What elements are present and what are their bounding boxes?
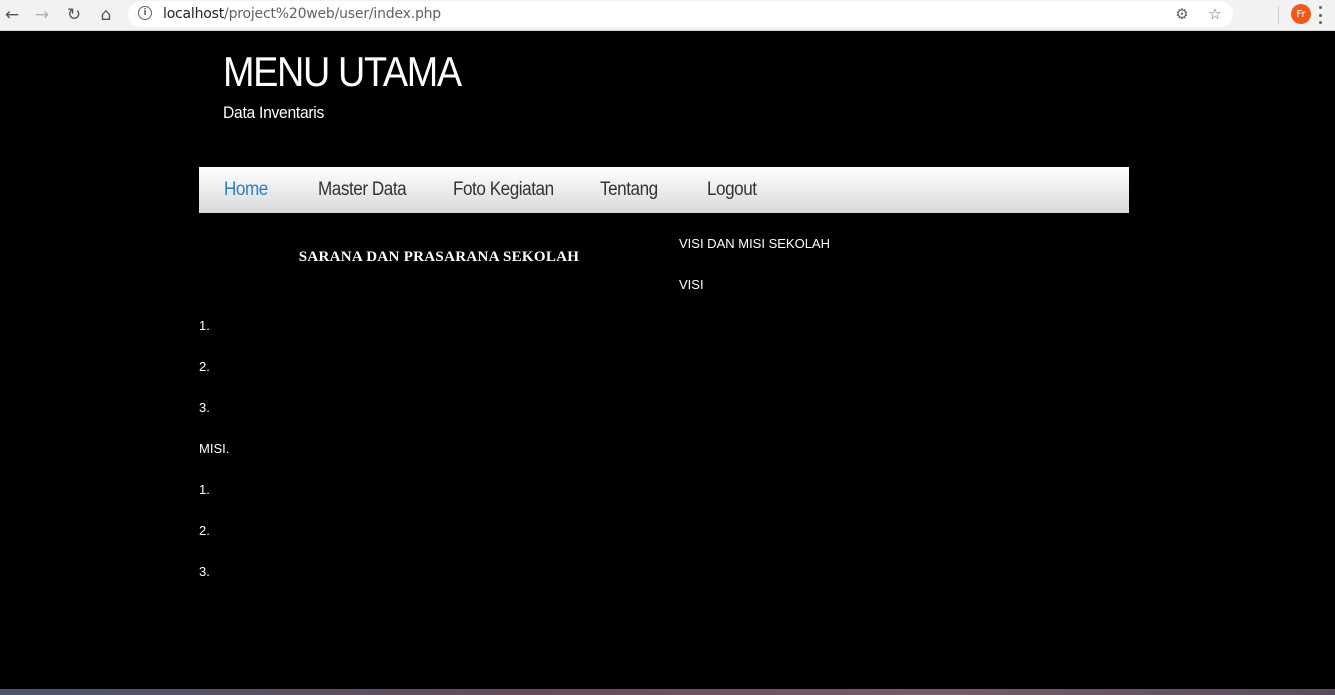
visi-item: 3.	[199, 400, 210, 415]
site-title: MENU UTAMA	[223, 48, 462, 95]
key-icon[interactable]: ⚙	[1171, 3, 1193, 25]
toolbar-divider	[1278, 6, 1279, 24]
nav-tentang[interactable]: Tentang	[600, 179, 658, 201]
nav-master-data[interactable]: Master Data	[318, 179, 407, 201]
misi-label: MISI.	[199, 441, 230, 456]
url-text[interactable]: localhost/project%20web/user/index.php	[163, 6, 441, 22]
site-subtitle: Data Inventaris	[223, 103, 325, 122]
nav-logout[interactable]: Logout	[707, 179, 757, 201]
misi-item: 1.	[199, 482, 210, 497]
visi-item: 2.	[199, 359, 210, 374]
nav-home[interactable]: Home	[224, 179, 268, 201]
nav-foto-kegiatan[interactable]: Foto Kegiatan	[453, 179, 554, 201]
visi-item: 1.	[199, 318, 210, 333]
address-bar[interactable]: i localhost/project%20web/user/index.php…	[128, 1, 1233, 27]
main-navbar: Home Master Data Foto Kegiatan Tentang L…	[199, 167, 1129, 213]
browser-toolbar: ← → ↻ ⌂ i localhost/project%20web/user/i…	[0, 0, 1335, 31]
reload-icon[interactable]: ↻	[62, 3, 86, 27]
star-icon[interactable]: ☆	[1204, 3, 1226, 25]
url-path: /project%20web/user/index.php	[224, 6, 441, 22]
visi-label: VISI	[679, 277, 704, 292]
sarana-prasarana-heading: SARANA DAN PRASARANA SEKOLAH	[298, 249, 580, 265]
misi-item: 2.	[199, 523, 210, 538]
home-icon[interactable]: ⌂	[94, 3, 118, 27]
visi-misi-heading: VISI DAN MISI SEKOLAH	[679, 236, 830, 251]
url-host: localhost	[163, 6, 225, 22]
os-taskbar	[0, 689, 1335, 695]
more-menu-icon[interactable]	[1318, 6, 1322, 24]
info-icon[interactable]: i	[138, 6, 152, 20]
forward-arrow-icon[interactable]: →	[30, 3, 54, 27]
profile-avatar[interactable]: Fr	[1291, 4, 1311, 24]
back-arrow-icon[interactable]: ←	[0, 3, 24, 27]
misi-item: 3.	[199, 564, 210, 579]
